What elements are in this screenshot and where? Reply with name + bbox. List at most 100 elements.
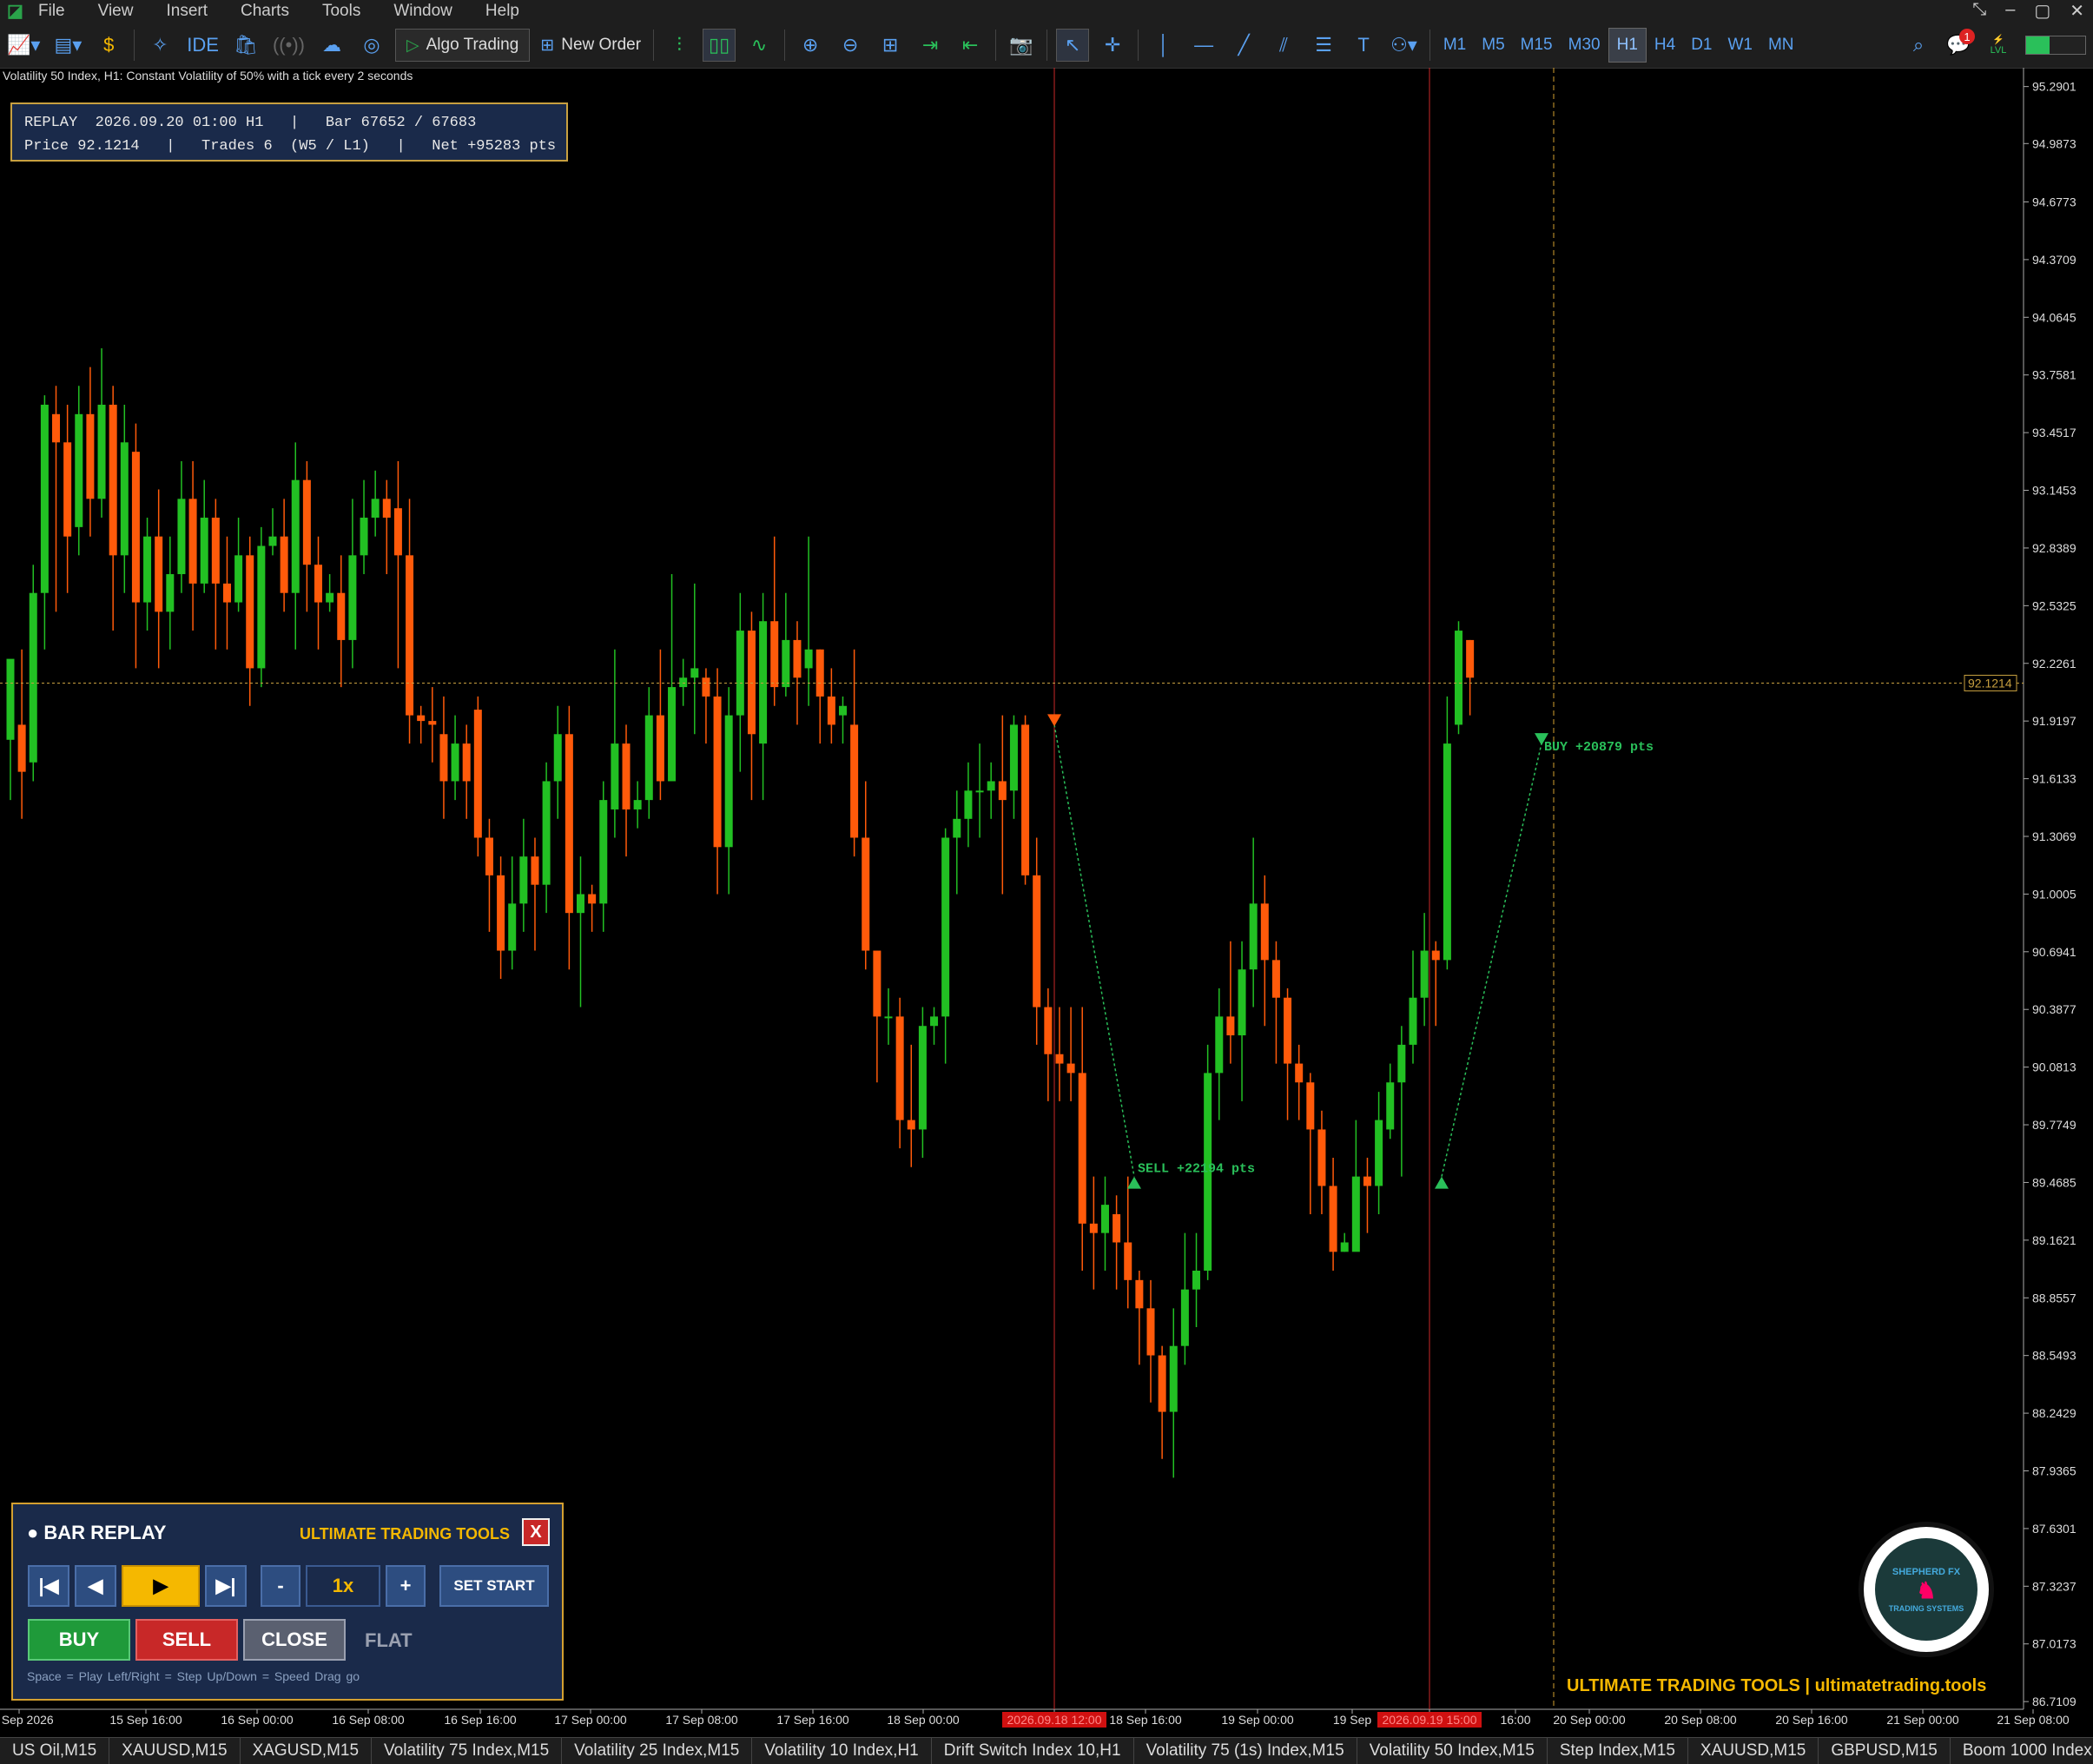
new-chart-icon[interactable]: 📈▾ <box>3 29 43 62</box>
price-tick-label: 87.0173 <box>2032 1637 2076 1651</box>
tf-m30[interactable]: M30 <box>1561 29 1608 62</box>
notifications-icon[interactable]: 💬 1 <box>1942 29 1975 62</box>
chart-tab[interactable]: Volatility 75 (1s) Index,M15 <box>1134 1738 1357 1764</box>
horizontal-line-icon[interactable]: — <box>1187 29 1220 62</box>
shop-icon[interactable]: 🛍 <box>229 29 262 62</box>
tf-mn[interactable]: MN <box>1760 29 1802 62</box>
notification-badge: 1 <box>1959 29 1975 44</box>
crosshair-icon[interactable]: ✛ <box>1096 29 1129 62</box>
broadcast-icon[interactable]: ((•)) <box>269 29 308 62</box>
first-bar-button[interactable]: |◀ <box>28 1565 69 1607</box>
fibonacci-icon[interactable]: ☰ <box>1307 29 1340 62</box>
candle-body <box>987 781 995 791</box>
tf-d1[interactable]: D1 <box>1683 29 1720 62</box>
candle-body <box>1466 639 1475 678</box>
sell-button[interactable]: SELL <box>135 1619 238 1661</box>
play-button[interactable]: ▶ <box>122 1565 200 1607</box>
cloud-icon[interactable]: ☁ <box>315 29 348 62</box>
chart-tab[interactable]: US Oil,M15 <box>0 1738 110 1764</box>
candle-body <box>17 724 26 772</box>
candle-body <box>143 536 152 603</box>
signals-icon[interactable]: ✧ <box>143 29 176 62</box>
price-chart[interactable]: 95.2901 94.9873 94.6773 94.3709 94.0645 93.75… <box>0 68 2093 1737</box>
channel-icon[interactable]: ⫽ <box>1267 29 1300 62</box>
time-tick-label: 20 Sep 00:00 <box>1553 1713 1626 1727</box>
candle-body <box>1124 1242 1132 1280</box>
close-position-button[interactable]: CLOSE <box>243 1619 346 1661</box>
chart-tab[interactable]: XAUUSD,M15 <box>109 1738 241 1764</box>
panel-close-button[interactable]: X <box>522 1518 550 1546</box>
screenshot-icon[interactable]: 📷 <box>1005 29 1038 62</box>
chart-shift-icon[interactable]: ⇤ <box>954 29 987 62</box>
zoom-in-icon[interactable]: ⊕ <box>794 29 827 62</box>
chart-tab[interactable]: Step Index,M15 <box>1548 1738 1688 1764</box>
line-chart-icon[interactable]: ∿ <box>743 29 776 62</box>
step-back-button[interactable]: ◀ <box>75 1565 116 1607</box>
ide-button[interactable]: IDE <box>183 29 222 62</box>
replay-info-line2: Price 92.1214 | Trades 6 (W5 / L1) | Net… <box>24 138 557 155</box>
candle-body <box>188 499 197 584</box>
menu-tools[interactable]: Tools <box>322 2 360 21</box>
candle-body <box>6 658 15 740</box>
candle-body <box>1295 1063 1304 1083</box>
close-window-icon[interactable]: ✕ <box>2070 0 2084 22</box>
sell-trade-path <box>1053 724 1135 1177</box>
chart-tab[interactable]: Boom 1000 Index,M <box>1951 1738 2093 1764</box>
menu-help[interactable]: Help <box>485 2 519 21</box>
tf-m1[interactable]: M1 <box>1436 29 1474 62</box>
chart-tab[interactable]: XAGUSD,M15 <box>241 1738 373 1764</box>
profiles-icon[interactable]: ▤▾ <box>50 29 85 62</box>
logo-bull-icon: ♞ <box>1916 1576 1937 1603</box>
trendline-icon[interactable]: ╱ <box>1227 29 1260 62</box>
vertical-line-icon[interactable]: │ <box>1147 29 1180 62</box>
cursor-icon[interactable]: ↖ <box>1056 29 1090 62</box>
shapes-icon[interactable]: ⚇▾ <box>1387 29 1421 62</box>
tile-windows-icon[interactable]: ⊞ <box>874 29 907 62</box>
chart-tab[interactable]: Volatility 25 Index,M15 <box>562 1738 753 1764</box>
speed-up-button[interactable]: + <box>386 1565 426 1607</box>
chart-tab[interactable]: XAUUSD,M15 <box>1688 1738 1819 1764</box>
speed-down-button[interactable]: - <box>261 1565 300 1607</box>
chart-tab[interactable]: Drift Switch Index 10,H1 <box>932 1738 1134 1764</box>
connection-bar <box>2025 36 2086 55</box>
tf-h4[interactable]: H4 <box>1647 29 1683 62</box>
candle-body <box>553 734 562 782</box>
tf-w1[interactable]: W1 <box>1720 29 1760 62</box>
candle-body <box>1351 1176 1360 1252</box>
bar-chart-icon[interactable]: ⫶ <box>663 29 696 62</box>
menu-charts[interactable]: Charts <box>241 2 289 21</box>
restore-icon[interactable]: ⤡ <box>1972 0 1986 22</box>
buy-button[interactable]: BUY <box>28 1619 130 1661</box>
algo-trading-button[interactable]: ▷ Algo Trading <box>394 29 531 62</box>
market-icon[interactable]: $ <box>92 29 125 62</box>
bar-replay-panel[interactable]: ● BAR REPLAY ULTIMATE TRADING TOOLS X |◀… <box>11 1503 564 1701</box>
candlestick-icon[interactable]: ▯▯ <box>703 29 736 62</box>
chart-tab[interactable]: Volatility 75 Index,M15 <box>372 1738 563 1764</box>
menu-insert[interactable]: Insert <box>166 2 208 21</box>
candle-body <box>326 592 334 603</box>
candle-body <box>884 1016 893 1019</box>
tf-h1[interactable]: H1 <box>1608 28 1647 63</box>
tf-m5[interactable]: M5 <box>1474 29 1512 62</box>
vps-icon[interactable]: ◎ <box>355 29 388 62</box>
maximize-icon[interactable]: ▢ <box>2034 0 2050 22</box>
chart-tab[interactable]: Volatility 50 Index,M15 <box>1357 1738 1548 1764</box>
menu-view[interactable]: View <box>98 2 134 21</box>
text-icon[interactable]: T <box>1347 29 1380 62</box>
zoom-out-icon[interactable]: ⊖ <box>834 29 867 62</box>
tf-m15[interactable]: M15 <box>1513 29 1561 62</box>
candle-body <box>759 621 768 744</box>
auto-scroll-icon[interactable]: ⇥ <box>914 29 947 62</box>
set-start-button[interactable]: SET START <box>439 1565 549 1607</box>
chart-tab[interactable]: Volatility 10 Index,H1 <box>752 1738 932 1764</box>
menu-file[interactable]: File <box>38 2 65 21</box>
menu-window[interactable]: Window <box>393 2 452 21</box>
price-tick-label: 94.6773 <box>2032 195 2076 208</box>
last-bar-button[interactable]: ▶| <box>205 1565 247 1607</box>
minimize-icon[interactable]: – <box>2005 0 2015 22</box>
new-order-button[interactable]: ⊞ New Order <box>537 29 644 62</box>
search-icon[interactable]: ⌕ <box>1902 29 1935 62</box>
chart-tab[interactable]: GBPUSD,M15 <box>1819 1738 1951 1764</box>
candle-body <box>371 499 380 519</box>
price-tick-label: 94.0645 <box>2032 310 2076 324</box>
